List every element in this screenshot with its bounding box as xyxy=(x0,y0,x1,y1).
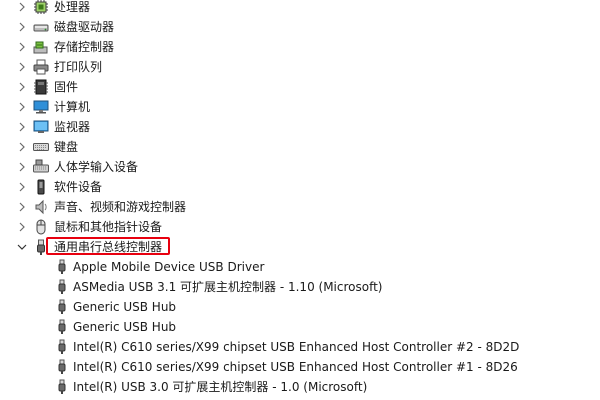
disk-drive-icon xyxy=(33,19,49,35)
usb-device-label: ASMedia USB 3.1 可扩展主机控制器 - 1.10 (Microso… xyxy=(73,280,383,294)
chevron-right-icon[interactable] xyxy=(16,61,28,73)
processor-icon xyxy=(33,0,49,15)
computer-icon xyxy=(33,99,49,115)
tree-item-label: 处理器 xyxy=(54,0,91,14)
tree-item-label: 打印队列 xyxy=(54,60,103,74)
usb-device-label: Intel(R) USB 3.0 可扩展主机控制器 - 1.0 (Microso… xyxy=(73,380,368,394)
chevron-right-icon[interactable] xyxy=(16,41,28,53)
monitor-icon xyxy=(33,119,49,135)
usb-plug-icon xyxy=(54,259,70,275)
chevron-right-icon[interactable] xyxy=(16,161,28,173)
chevron-right-icon[interactable] xyxy=(16,121,28,133)
tree-item-label: 固件 xyxy=(54,80,79,94)
usb-device-label: Intel(R) C610 series/X99 chipset USB Enh… xyxy=(73,360,518,374)
tree-item-label: 磁盘驱动器 xyxy=(54,20,115,34)
device-manager-tree: 处理器 磁盘驱动器 存储控制器 打印队列 固件 计算机 监视器 键盘 人体学输入… xyxy=(0,0,600,400)
usb-device-label: Generic USB Hub xyxy=(73,300,177,314)
tree-item-label: 鼠标和其他指针设备 xyxy=(54,220,163,234)
tree-item-label: 计算机 xyxy=(54,100,91,114)
chevron-right-icon[interactable] xyxy=(16,81,28,93)
chevron-right-icon[interactable] xyxy=(16,181,28,193)
usb-plug-icon xyxy=(54,319,70,335)
chevron-right-icon[interactable] xyxy=(16,141,28,153)
printer-icon xyxy=(33,59,49,75)
tree-item-label: 人体学输入设备 xyxy=(54,160,139,174)
mouse-icon xyxy=(33,219,49,235)
firmware-icon xyxy=(33,79,49,95)
tree-item-label: 声音、视频和游戏控制器 xyxy=(54,200,187,214)
tree-item-label: 通用串行总线控制器 xyxy=(54,240,163,254)
chevron-right-icon[interactable] xyxy=(16,221,28,233)
tree-item-label: 键盘 xyxy=(54,140,79,154)
usb-plug-icon xyxy=(54,299,70,315)
tree-item-label: 软件设备 xyxy=(54,180,103,194)
chevron-right-icon[interactable] xyxy=(16,21,28,33)
software-device-icon xyxy=(33,179,49,195)
speaker-icon xyxy=(33,199,49,215)
keyboard-icon xyxy=(33,139,49,155)
chevron-right-icon[interactable] xyxy=(16,1,28,13)
usb-plug-icon xyxy=(54,339,70,355)
usb-device-label: Generic USB Hub xyxy=(73,320,177,334)
hid-icon xyxy=(33,159,49,175)
tree-item-label: 存储控制器 xyxy=(54,40,115,54)
tree-item-label: 监视器 xyxy=(54,120,91,134)
chevron-right-icon[interactable] xyxy=(16,201,28,213)
usb-device-label: Intel(R) C610 series/X99 chipset USB Enh… xyxy=(73,340,520,354)
chevron-right-icon[interactable] xyxy=(16,101,28,113)
chevron-down-icon[interactable] xyxy=(16,241,28,253)
storage-controller-icon xyxy=(33,39,49,55)
usb-plug-icon xyxy=(54,279,70,295)
usb-plug-icon xyxy=(54,359,70,375)
usb-device-label: Apple Mobile Device USB Driver xyxy=(73,260,265,274)
usb-plug-icon xyxy=(54,379,70,395)
